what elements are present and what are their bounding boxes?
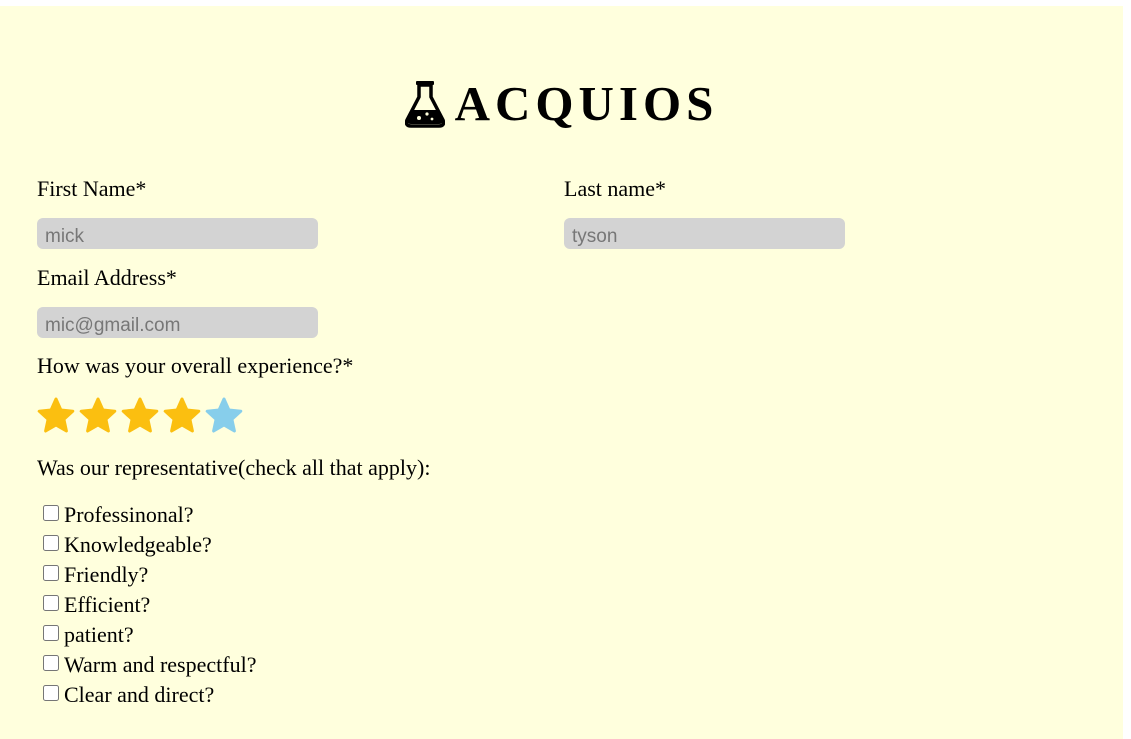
- option-checkbox[interactable]: [43, 504, 59, 521]
- star-icon[interactable]: [205, 397, 243, 435]
- star-rating: [37, 397, 247, 435]
- experience-label: How was your overall experience?*: [37, 353, 354, 378]
- representative-label: Was our representative(check all that ap…: [37, 455, 431, 480]
- checkbox-option[interactable]: Clear and direct?: [43, 680, 256, 710]
- last-name-label: Last name*: [564, 176, 667, 201]
- checkbox-option[interactable]: Friendly?: [43, 560, 256, 590]
- star-icon[interactable]: [163, 397, 201, 435]
- option-label: Friendly?: [64, 562, 149, 587]
- brand-title: ACQUIOS: [454, 76, 719, 131]
- first-name-label: First Name*: [37, 176, 147, 201]
- feedback-form-page: ACQUIOS First Name* Last name* Email Add…: [0, 6, 1123, 739]
- option-checkbox[interactable]: [43, 654, 59, 671]
- option-label: Knowledgeable?: [64, 532, 212, 557]
- option-label: patient?: [64, 622, 134, 647]
- star-icon[interactable]: [121, 397, 159, 435]
- option-checkbox[interactable]: [43, 564, 59, 581]
- option-label: Warm and respectful?: [64, 652, 257, 677]
- star-icon[interactable]: [37, 397, 75, 435]
- option-checkbox[interactable]: [43, 684, 59, 701]
- checkbox-option[interactable]: Warm and respectful?: [43, 650, 256, 680]
- checkbox-option[interactable]: Knowledgeable?: [43, 530, 256, 560]
- option-checkbox[interactable]: [43, 624, 59, 641]
- checkbox-option[interactable]: patient?: [43, 620, 256, 650]
- star-icon[interactable]: [79, 397, 117, 435]
- checkbox-option[interactable]: Efficient?: [43, 590, 256, 620]
- checkbox-option[interactable]: Professinonal?: [43, 500, 256, 530]
- email-label: Email Address*: [37, 265, 177, 290]
- last-name-input[interactable]: [564, 218, 845, 249]
- option-label: Clear and direct?: [64, 682, 215, 707]
- email-input[interactable]: [37, 307, 318, 338]
- first-name-input[interactable]: [37, 218, 318, 249]
- option-checkbox[interactable]: [43, 534, 59, 551]
- option-label: Efficient?: [64, 592, 151, 617]
- flask-icon: [404, 81, 445, 128]
- option-label: Professinonal?: [64, 502, 194, 527]
- brand-header: ACQUIOS: [0, 74, 1123, 134]
- representative-checklist: Professinonal? Knowledgeable? Friendly? Eff…: [43, 500, 256, 710]
- option-checkbox[interactable]: [43, 594, 59, 611]
